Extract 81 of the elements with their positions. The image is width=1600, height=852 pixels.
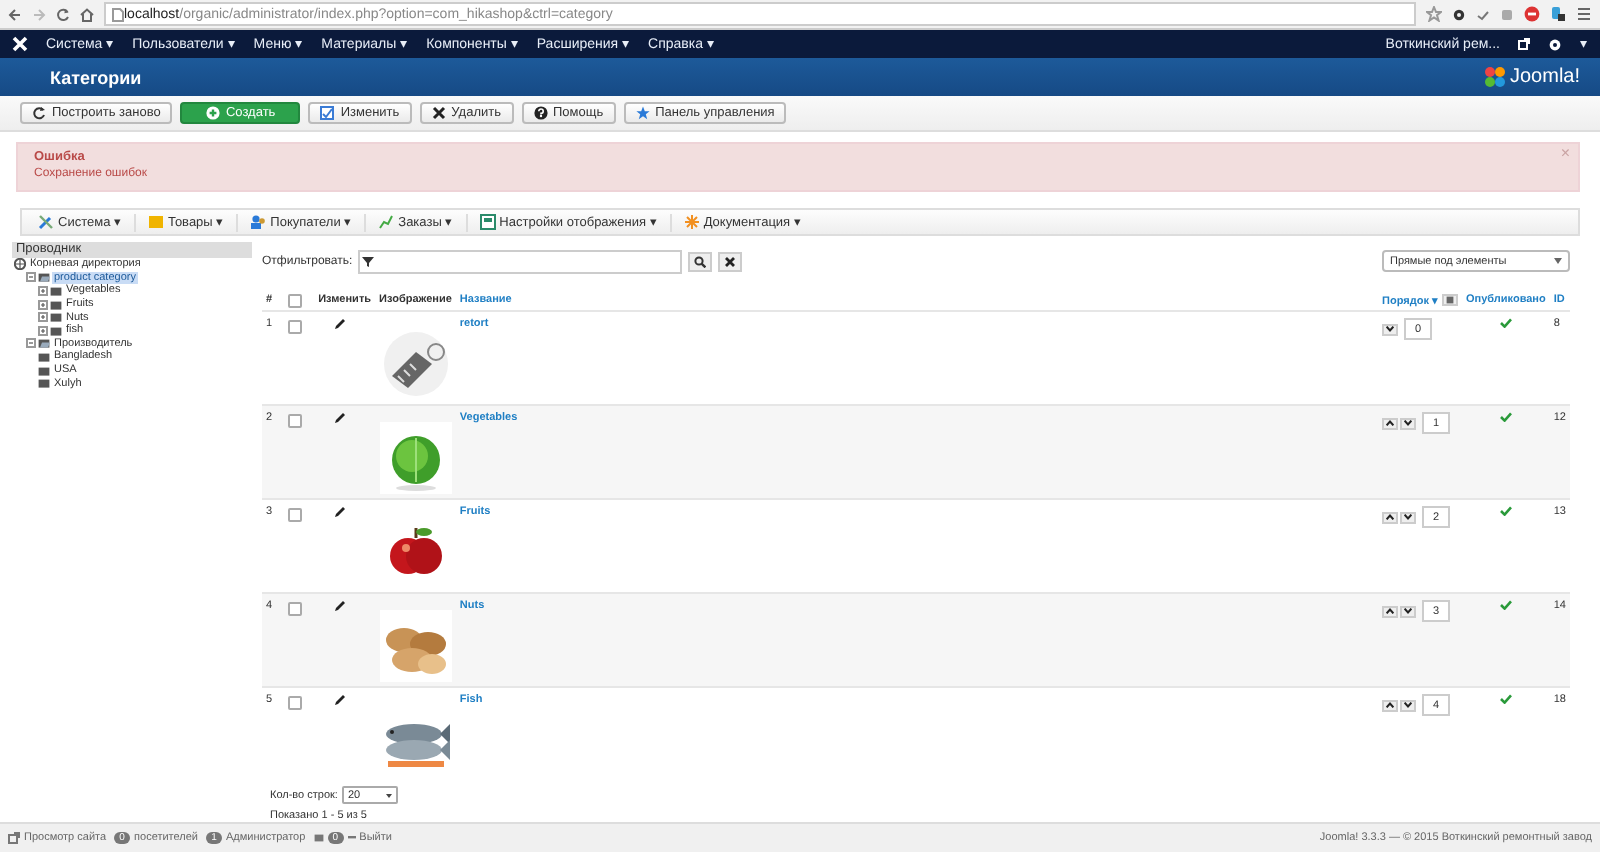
move-down-button[interactable]	[1400, 417, 1417, 429]
home-icon	[80, 7, 94, 21]
chevron-down-icon	[1404, 514, 1413, 520]
page-title: Категории	[50, 67, 142, 87]
move-up-button[interactable]	[1382, 417, 1399, 429]
row-checkbox[interactable]	[288, 696, 303, 710]
box-icon	[147, 214, 164, 230]
joomla-logo-text: Joomla!	[1509, 66, 1580, 88]
expand-icon[interactable]	[38, 285, 48, 296]
collapse-icon[interactable]	[26, 272, 36, 283]
caret-icon	[385, 793, 392, 797]
chevron-down-icon	[1404, 702, 1413, 708]
chevron-down-icon	[1386, 326, 1395, 332]
expand-icon[interactable]	[38, 299, 48, 310]
plus-circle-icon	[205, 106, 220, 120]
open-folder-icon	[38, 272, 50, 283]
minus-icon	[347, 836, 356, 840]
page-icon	[112, 7, 124, 21]
window-icon	[479, 214, 496, 230]
funnel-icon	[360, 255, 377, 267]
chevron-up-icon	[1386, 702, 1395, 708]
select-all-checkbox[interactable]	[288, 293, 303, 307]
tools-icon	[38, 214, 54, 230]
close-icon	[431, 106, 446, 120]
caret-icon	[1554, 258, 1562, 264]
check-icon	[1476, 7, 1490, 21]
clear-button[interactable]	[718, 251, 743, 271]
expand-icon[interactable]	[38, 312, 48, 323]
move-up-button[interactable]	[1382, 511, 1399, 523]
row-checkbox[interactable]	[288, 320, 303, 334]
published-check-icon[interactable]	[1499, 600, 1512, 610]
pencil-icon[interactable]	[334, 506, 347, 518]
collapse-icon[interactable]	[26, 338, 36, 349]
published-check-icon[interactable]	[1499, 318, 1512, 328]
chevron-up-icon	[1386, 420, 1395, 426]
reload-icon	[56, 7, 70, 21]
published-check-icon[interactable]	[1499, 694, 1512, 704]
move-down-button[interactable]	[1400, 511, 1417, 523]
pencil-icon[interactable]	[334, 694, 347, 706]
edit-icon	[320, 106, 335, 120]
save-order-button[interactable]	[1441, 293, 1458, 305]
expand-icon[interactable]	[38, 325, 48, 336]
external-link-icon	[8, 832, 20, 844]
stop-sign-icon	[1524, 6, 1540, 22]
external-link-icon	[1518, 38, 1530, 50]
move-down-button[interactable]	[1400, 605, 1417, 617]
question-icon	[533, 106, 547, 120]
pencil-icon[interactable]	[334, 412, 347, 424]
refresh-icon	[32, 106, 46, 120]
sparkle-icon	[683, 214, 700, 230]
move-up-button[interactable]	[1382, 699, 1399, 711]
move-down-button[interactable]	[1400, 699, 1417, 711]
globe-icon	[14, 258, 26, 271]
pencil-icon[interactable]	[334, 600, 347, 612]
pencil-icon[interactable]	[334, 318, 347, 330]
published-check-icon[interactable]	[1499, 412, 1512, 422]
joomla-logo-icon	[1483, 66, 1506, 88]
row-checkbox[interactable]	[288, 414, 303, 428]
menu-icon	[1576, 6, 1592, 22]
open-folder-icon	[38, 338, 50, 349]
chart-icon	[378, 214, 395, 230]
search-button[interactable]	[688, 251, 713, 271]
back-icon	[8, 7, 22, 21]
move-up-button[interactable]	[1382, 605, 1399, 617]
filter-field[interactable]	[358, 249, 683, 273]
move-down-button[interactable]	[1382, 323, 1399, 335]
people-icon	[250, 214, 267, 230]
chevron-up-icon	[1386, 514, 1395, 520]
star-icon	[1426, 6, 1442, 22]
published-check-icon[interactable]	[1499, 506, 1512, 516]
star-icon	[635, 106, 650, 120]
chevron-up-icon	[1386, 608, 1395, 614]
joomla-logo-icon	[12, 36, 28, 52]
forward-icon	[32, 7, 46, 21]
chevron-down-icon	[1404, 608, 1413, 614]
chevron-down-icon	[1404, 420, 1413, 426]
search-icon	[694, 255, 707, 267]
extension-icon	[1550, 6, 1566, 22]
close-icon	[724, 255, 737, 267]
row-checkbox[interactable]	[288, 508, 303, 522]
row-checkbox[interactable]	[288, 602, 303, 616]
